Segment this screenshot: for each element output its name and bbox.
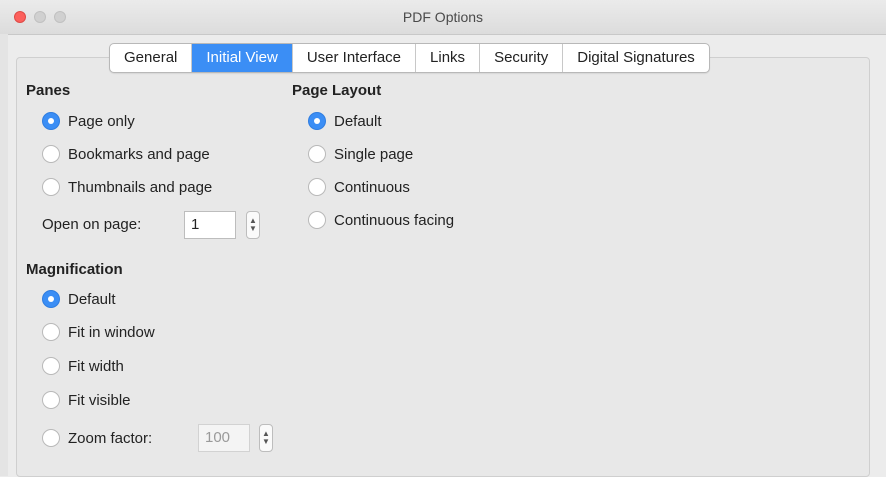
window-edge — [0, 34, 8, 476]
radio-magnification-default[interactable] — [42, 290, 60, 308]
radio-thumbnails-and-page[interactable] — [42, 178, 60, 196]
panes-thumbnails-option[interactable]: Thumbnails and page — [42, 176, 212, 198]
radio-single-page[interactable] — [308, 145, 326, 163]
tab-user-interface[interactable]: User Interface — [293, 44, 417, 72]
radio-label: Fit in window — [68, 323, 155, 341]
tab-links[interactable]: Links — [416, 44, 481, 72]
tab-digital-signatures[interactable]: Digital Signatures — [563, 44, 709, 72]
radio-continuous[interactable] — [308, 178, 326, 196]
tab-bar: General Initial View User Interface Link… — [109, 43, 710, 73]
tab-security[interactable]: Security — [480, 44, 564, 72]
page-layout-heading: Page Layout — [292, 82, 382, 99]
panes-page-only-option[interactable]: Page only — [42, 110, 135, 132]
panes-heading: Panes — [26, 82, 71, 99]
radio-label: Continuous facing — [334, 211, 455, 229]
radio-fit-width[interactable] — [42, 357, 60, 375]
radio-label: Default — [334, 112, 382, 130]
fit-width-option[interactable]: Fit width — [42, 355, 124, 377]
magnification-heading: Magnification — [26, 261, 123, 278]
tab-general[interactable]: General — [110, 44, 193, 72]
layout-default-option[interactable]: Default — [308, 110, 382, 132]
radio-label: Fit width — [68, 357, 124, 375]
open-on-page-label: Open on page: — [42, 216, 142, 233]
radio-page-only[interactable] — [42, 112, 60, 130]
radio-continuous-facing[interactable] — [308, 211, 326, 229]
radio-bookmarks-and-page[interactable] — [42, 145, 60, 163]
zoom-factor-stepper[interactable]: ▲ ▼ — [259, 424, 273, 452]
layout-continuous-option[interactable]: Continuous — [308, 176, 410, 198]
stepper-down-icon[interactable]: ▼ — [249, 225, 257, 233]
fit-in-window-option[interactable]: Fit in window — [42, 321, 155, 343]
radio-label: Zoom factor: — [68, 429, 153, 447]
layout-continuous-facing-option[interactable]: Continuous facing — [308, 209, 454, 231]
panes-bookmarks-option[interactable]: Bookmarks and page — [42, 143, 210, 165]
radio-layout-default[interactable] — [308, 112, 326, 130]
radio-fit-visible[interactable] — [42, 391, 60, 409]
layout-single-page-option[interactable]: Single page — [308, 143, 413, 165]
radio-label: Bookmarks and page — [68, 145, 210, 163]
radio-label: Fit visible — [68, 391, 131, 409]
radio-label: Page only — [68, 112, 135, 130]
radio-label: Continuous — [334, 178, 410, 196]
radio-zoom-factor[interactable] — [42, 429, 60, 447]
title-bar: PDF Options — [0, 0, 886, 35]
open-on-page-stepper[interactable]: ▲ ▼ — [246, 211, 260, 239]
window-title: PDF Options — [402, 9, 484, 25]
stepper-down-icon[interactable]: ▼ — [262, 438, 270, 446]
radio-label: Thumbnails and page — [68, 178, 213, 196]
zoom-factor-option[interactable]: Zoom factor: — [42, 427, 152, 449]
magnification-default-option[interactable]: Default — [42, 288, 116, 310]
radio-label: Default — [68, 290, 116, 308]
open-on-page-input[interactable]: 1 — [184, 211, 236, 239]
zoom-factor-input[interactable]: 100 — [198, 424, 250, 452]
tab-content-panel — [16, 57, 870, 477]
radio-fit-in-window[interactable] — [42, 323, 60, 341]
radio-label: Single page — [334, 145, 414, 163]
tab-initial-view[interactable]: Initial View — [192, 44, 293, 72]
fit-visible-option[interactable]: Fit visible — [42, 389, 131, 411]
